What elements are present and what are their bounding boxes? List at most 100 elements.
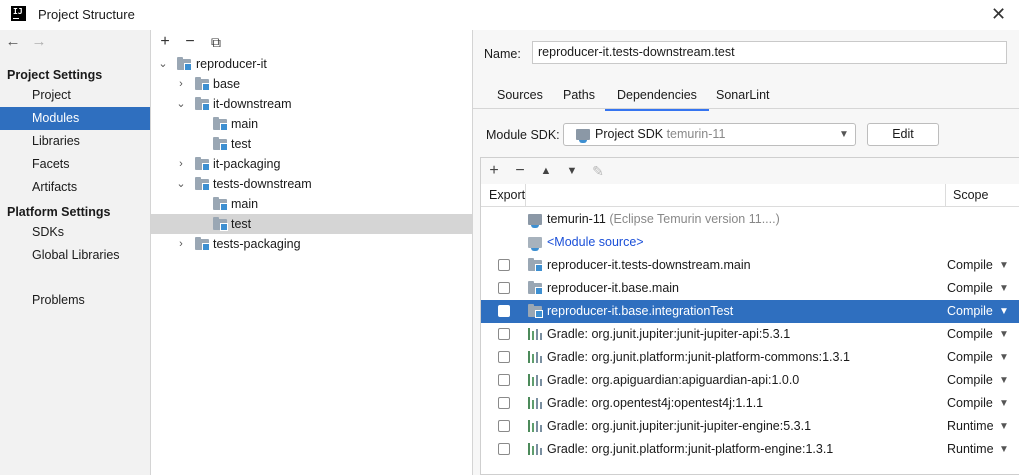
nav-item-global-libraries[interactable]: Global Libraries [0, 244, 150, 267]
chevron-down-icon[interactable]: ⌄ [176, 94, 186, 114]
chevron-right-icon[interactable]: › [176, 234, 186, 254]
dependency-row[interactable]: Gradle: org.junit.platform:junit-platfor… [481, 346, 1019, 369]
chevron-down-icon[interactable]: ▼ [999, 346, 1009, 369]
scope-value[interactable]: Runtime [947, 415, 994, 438]
scope-value[interactable]: Compile [947, 346, 993, 369]
add-icon[interactable]: + [157, 33, 173, 51]
tab-paths[interactable]: Paths [563, 86, 595, 108]
chevron-down-icon[interactable]: ▼ [999, 254, 1009, 277]
tree-node-it-downstream[interactable]: ⌄ it-downstream [151, 94, 472, 114]
title-bar: IJ Project Structure ✕ [0, 0, 1019, 30]
dependency-row-selected[interactable]: reproducer-it.base.integrationTest Compi… [481, 300, 1019, 323]
close-icon[interactable]: ✕ [991, 4, 1006, 24]
dependency-row[interactable]: Gradle: org.opentest4j:opentest4j:1.1.1 … [481, 392, 1019, 415]
nav-item-sdks[interactable]: SDKs [0, 221, 150, 244]
chevron-down-icon[interactable]: ▼ [999, 438, 1009, 461]
scope-value[interactable]: Compile [947, 254, 993, 277]
gradle-library-icon [528, 374, 542, 386]
chevron-down-icon[interactable]: ▼ [999, 369, 1009, 392]
chevron-down-icon[interactable]: ▼ [999, 415, 1009, 438]
nav-item-problems[interactable]: Problems [0, 289, 150, 312]
dependency-row[interactable]: Gradle: org.apiguardian:apiguardian-api:… [481, 369, 1019, 392]
export-checkbox[interactable] [498, 397, 510, 409]
tree-node-tests-downstream-main[interactable]: main [151, 194, 472, 214]
add-icon[interactable]: + [484, 161, 504, 181]
move-up-icon[interactable]: ▲ [536, 161, 556, 181]
gradle-library-icon [528, 420, 542, 432]
dependency-row[interactable]: <Module source> [481, 231, 1019, 254]
module-folder-icon [195, 97, 210, 111]
forward-arrow-icon[interactable]: → [31, 34, 47, 50]
dependency-row[interactable]: Gradle: org.junit.jupiter:junit-jupiter-… [481, 415, 1019, 438]
scope-value[interactable]: Runtime [947, 438, 994, 461]
chevron-down-icon[interactable]: ⌄ [158, 54, 168, 74]
remove-icon[interactable]: − [510, 161, 530, 181]
dependency-row[interactable]: temurin-11 (Eclipse Temurin version 11..… [481, 208, 1019, 231]
tab-sources[interactable]: Sources [497, 86, 543, 108]
nav-item-facets[interactable]: Facets [0, 153, 150, 176]
tree-node-reproducer-it[interactable]: ⌄ reproducer-it [151, 54, 472, 74]
tree-node-it-downstream-main[interactable]: main [151, 114, 472, 134]
nav-item-libraries[interactable]: Libraries [0, 130, 150, 153]
scope-column-header[interactable]: Scope [953, 188, 988, 202]
dependency-row[interactable]: Gradle: org.junit.jupiter:junit-jupiter-… [481, 323, 1019, 346]
copy-icon[interactable]: ⧉ [208, 33, 224, 51]
tree-node-label: main [231, 197, 259, 211]
scope-value[interactable]: Compile [947, 369, 993, 392]
chevron-down-icon[interactable]: ▼ [999, 323, 1009, 346]
chevron-down-icon[interactable]: ▼ [999, 300, 1009, 323]
tree-node-tests-downstream[interactable]: ⌄ tests-downstream [151, 174, 472, 194]
export-checkbox[interactable] [498, 351, 510, 363]
tree-node-label: base [213, 77, 241, 91]
chevron-down-icon[interactable]: ▼ [999, 392, 1009, 415]
export-checkbox[interactable] [498, 420, 510, 432]
tree-node-label: reproducer-it [196, 57, 267, 71]
module-sdk-label: Module SDK: [486, 128, 560, 142]
edit-sdk-button[interactable]: Edit [867, 123, 939, 146]
remove-icon[interactable]: − [182, 33, 198, 51]
tree-node-base[interactable]: › base [151, 74, 472, 94]
tree-node-it-packaging[interactable]: › it-packaging [151, 154, 472, 174]
tree-node-tests-packaging[interactable]: › tests-packaging [151, 234, 472, 254]
dependency-name: Gradle: org.junit.jupiter:junit-jupiter-… [547, 419, 812, 433]
module-source-link[interactable]: <Module source> [547, 231, 644, 254]
export-column-header[interactable]: Export [489, 188, 525, 202]
export-checkbox[interactable] [498, 305, 510, 317]
export-checkbox[interactable] [498, 443, 510, 455]
move-down-icon[interactable]: ▼ [562, 161, 582, 181]
back-arrow-icon[interactable]: ← [5, 34, 21, 50]
settings-nav: ← → Project Settings Project Modules Lib… [0, 30, 151, 475]
chevron-down-icon[interactable]: ▼ [999, 277, 1009, 300]
scope-value[interactable]: Compile [947, 300, 993, 323]
chevron-right-icon[interactable]: › [176, 154, 186, 174]
module-folder-icon [195, 237, 210, 251]
chevron-down-icon[interactable]: ⌄ [176, 174, 186, 194]
nav-item-modules[interactable]: Modules [0, 107, 150, 130]
scope-value[interactable]: Compile [947, 323, 993, 346]
export-checkbox[interactable] [498, 282, 510, 294]
edit-pencil-icon[interactable]: ✎ [588, 161, 608, 181]
gradle-library-icon [528, 443, 542, 455]
tree-node-tests-downstream-test[interactable]: test [151, 214, 472, 234]
tree-node-it-downstream-test[interactable]: test [151, 134, 472, 154]
dependency-row[interactable]: reproducer-it.base.main Compile ▼ [481, 277, 1019, 300]
scope-value[interactable]: Compile [947, 277, 993, 300]
module-folder-icon [213, 197, 228, 211]
module-name-field[interactable]: reproducer-it.tests-downstream.test [532, 41, 1007, 64]
dependency-row[interactable]: reproducer-it.tests-downstream.main Comp… [481, 254, 1019, 277]
tab-sonarlint[interactable]: SonarLint [716, 86, 770, 108]
dependency-name: Gradle: org.junit.jupiter:junit-jupiter-… [547, 327, 791, 341]
platform-settings-header: Platform Settings [7, 205, 111, 219]
scope-value[interactable]: Compile [947, 392, 993, 415]
chevron-right-icon[interactable]: › [176, 74, 186, 94]
export-checkbox[interactable] [498, 328, 510, 340]
export-checkbox[interactable] [498, 374, 510, 386]
dependency-row[interactable]: Gradle: org.junit.platform:junit-platfor… [481, 438, 1019, 461]
nav-item-artifacts[interactable]: Artifacts [0, 176, 150, 199]
module-sdk-dropdown[interactable]: Project SDK temurin-11 ▼ [563, 123, 856, 146]
export-checkbox[interactable] [498, 259, 510, 271]
column-divider [525, 184, 526, 206]
tree-node-label: tests-packaging [213, 237, 301, 251]
tree-node-label: test [231, 137, 252, 151]
nav-item-project[interactable]: Project [0, 84, 150, 107]
